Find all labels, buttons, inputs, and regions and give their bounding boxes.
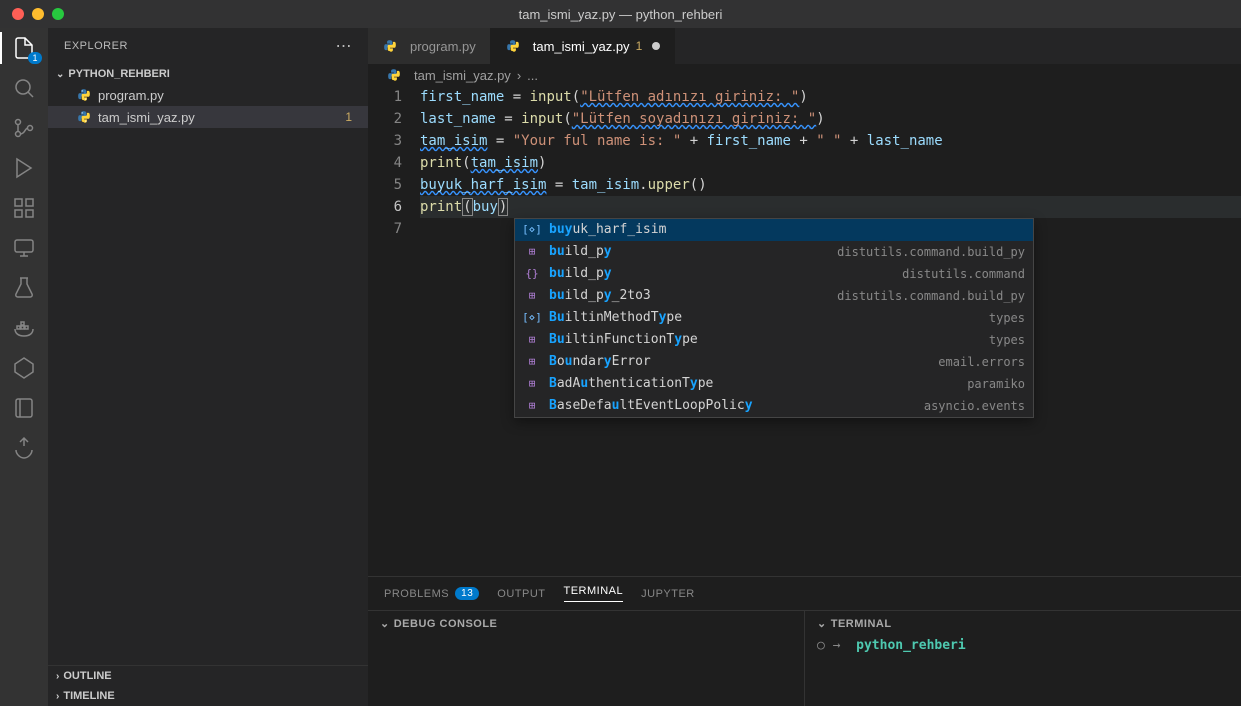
breadcrumb-rest: ... — [527, 68, 538, 83]
suggestion-label: build_py_2to3 — [549, 285, 651, 307]
suggestion-label: BuiltinFunctionType — [549, 329, 698, 351]
explorer-badge: 1 — [28, 52, 42, 64]
breadcrumb-file: tam_ismi_yaz.py — [414, 68, 511, 83]
jupyter-tab[interactable]: JUPYTER — [641, 585, 695, 602]
file-item[interactable]: tam_ismi_yaz.py 1 — [48, 106, 368, 128]
suggestion-kind-icon: ⊞ — [523, 353, 541, 371]
output-tab[interactable]: OUTPUT — [497, 585, 545, 602]
suggestion-detail: email.errors — [938, 351, 1025, 373]
suggestion-kind-icon: [⋄] — [523, 309, 541, 327]
titlebar: tam_ismi_yaz.py — python_rehberi — [0, 0, 1241, 28]
suggestion-label: BaseDefaultEventLoopPolicy — [549, 395, 753, 417]
suggestion-kind-icon: ⊞ — [523, 375, 541, 393]
intellisense-item[interactable]: [⋄] buyuk_harf_isim — [515, 219, 1033, 241]
python-file-icon — [382, 38, 398, 54]
problems-tab[interactable]: PROBLEMS13 — [384, 585, 479, 602]
extensions-icon[interactable] — [12, 196, 36, 220]
suggestion-label: BuiltinMethodType — [549, 307, 682, 329]
editor-area: program.py tam_ismi_yaz.py 1 tam_ismi_ya… — [368, 28, 1241, 706]
sidebar-header: EXPLORER ⋯ — [48, 28, 368, 64]
chevron-down-icon: ⌄ — [380, 617, 390, 630]
run-debug-icon[interactable] — [12, 156, 36, 180]
window-controls — [12, 8, 64, 20]
python-file-icon — [76, 87, 92, 103]
suggestion-label: BoundaryError — [549, 351, 651, 373]
code-editor[interactable]: 1234567 first_name = input("Lütfen adını… — [368, 86, 1241, 576]
suggestion-kind-icon: ⊞ — [523, 287, 541, 305]
panel-tabs: PROBLEMS13 OUTPUT TERMINAL JUPYTER — [368, 577, 1241, 610]
suggestion-detail: types — [989, 307, 1025, 329]
suggestion-detail: asyncio.events — [924, 395, 1025, 417]
line-gutter: 1234567 — [368, 86, 420, 576]
terminal-pane[interactable]: ⌄TERMINAL ○ → python_rehberi — [804, 610, 1241, 706]
intellisense-item[interactable]: ⊞ BaseDefaultEventLoopPolicy asyncio.event… — [515, 395, 1033, 417]
file-badge: 1 — [345, 110, 360, 124]
intellisense-item[interactable]: ⊞ BoundaryError email.errors — [515, 351, 1033, 373]
explorer-icon[interactable]: 1 — [12, 36, 36, 60]
kubernetes-icon[interactable] — [12, 356, 36, 380]
suggestion-detail: types — [989, 329, 1025, 351]
editor-tabs: program.py tam_ismi_yaz.py 1 — [368, 28, 1241, 64]
suggestion-label: BadAuthenticationType — [549, 373, 713, 395]
intellisense-item[interactable]: ⊞ BadAuthenticationType paramiko — [515, 373, 1033, 395]
docker-icon[interactable] — [12, 316, 36, 340]
suggestion-detail: distutils.command — [902, 263, 1025, 285]
sidebar: EXPLORER ⋯ ⌄PYTHON_REHBERI program.py ta… — [48, 28, 368, 706]
python-file-icon — [76, 109, 92, 125]
suggestion-detail: distutils.command.build_py — [837, 241, 1025, 263]
explorer-label: EXPLORER — [64, 40, 128, 52]
intellisense-item[interactable]: ⊞ build_py distutils.command.build_py — [515, 241, 1033, 263]
breadcrumb[interactable]: tam_ismi_yaz.py › ... — [368, 64, 1241, 86]
intellisense-item[interactable]: {} build_py distutils.command — [515, 263, 1033, 285]
remote-icon[interactable] — [12, 236, 36, 260]
close-window[interactable] — [12, 8, 24, 20]
file-name: tam_ismi_yaz.py — [98, 110, 195, 125]
file-name: program.py — [98, 88, 164, 103]
activity-bar: 1 — [0, 28, 48, 706]
suggestion-kind-icon: ⊞ — [523, 397, 541, 415]
python-file-icon — [386, 67, 402, 83]
intellisense-item[interactable]: ⊞ build_py_2to3 distutils.command.build_py — [515, 285, 1033, 307]
bottom-panel: PROBLEMS13 OUTPUT TERMINAL JUPYTER ⌄DEBU… — [368, 576, 1241, 706]
live-share-icon[interactable] — [12, 436, 36, 460]
intellisense-item[interactable]: ⊞ BuiltinFunctionType types — [515, 329, 1033, 351]
python-file-icon — [505, 38, 521, 54]
suggestion-kind-icon: {} — [523, 265, 541, 283]
suggestion-detail: distutils.command.build_py — [837, 285, 1025, 307]
debug-console-pane[interactable]: ⌄DEBUG CONSOLE — [368, 610, 804, 706]
suggestion-kind-icon: [⋄] — [523, 221, 541, 239]
code-lines[interactable]: first_name = input("Lütfen adınızı girin… — [420, 86, 1241, 576]
source-control-icon[interactable] — [12, 116, 36, 140]
file-item[interactable]: program.py — [48, 84, 368, 106]
minimize-window[interactable] — [32, 8, 44, 20]
suggestion-kind-icon: ⊞ — [523, 331, 541, 349]
window-title: tam_ismi_yaz.py — python_rehberi — [519, 7, 723, 22]
suggestion-kind-icon: ⊞ — [523, 243, 541, 261]
timeline-section[interactable]: ›TIMELINE — [48, 686, 368, 706]
editor-tab[interactable]: program.py — [368, 28, 491, 64]
more-actions-icon[interactable]: ⋯ — [336, 36, 353, 56]
tab-label: tam_ismi_yaz.py — [533, 39, 630, 54]
project-section[interactable]: ⌄PYTHON_REHBERI — [48, 64, 368, 84]
chevron-down-icon: ⌄ — [817, 617, 827, 630]
suggestion-label: buyuk_harf_isim — [549, 219, 666, 241]
tab-badge: 1 — [636, 39, 643, 53]
terminal-tab[interactable]: TERMINAL — [564, 585, 624, 602]
suggestion-label: build_py — [549, 263, 612, 285]
testing-icon[interactable] — [12, 276, 36, 300]
suggestion-label: build_py — [549, 241, 612, 263]
editor-tab[interactable]: tam_ismi_yaz.py 1 — [491, 28, 676, 64]
tab-label: program.py — [410, 39, 476, 54]
intellisense-popup[interactable]: [⋄] buyuk_harf_isim ⊞ build_py distutils.com… — [514, 218, 1034, 418]
search-icon[interactable] — [12, 76, 36, 100]
intellisense-item[interactable]: [⋄] BuiltinMethodType types — [515, 307, 1033, 329]
problems-badge: 13 — [455, 587, 479, 600]
dirty-indicator-icon — [652, 42, 660, 50]
maximize-window[interactable] — [52, 8, 64, 20]
outline-section[interactable]: ›OUTLINE — [48, 666, 368, 686]
suggestion-detail: paramiko — [967, 373, 1025, 395]
bookmarks-icon[interactable] — [12, 396, 36, 420]
